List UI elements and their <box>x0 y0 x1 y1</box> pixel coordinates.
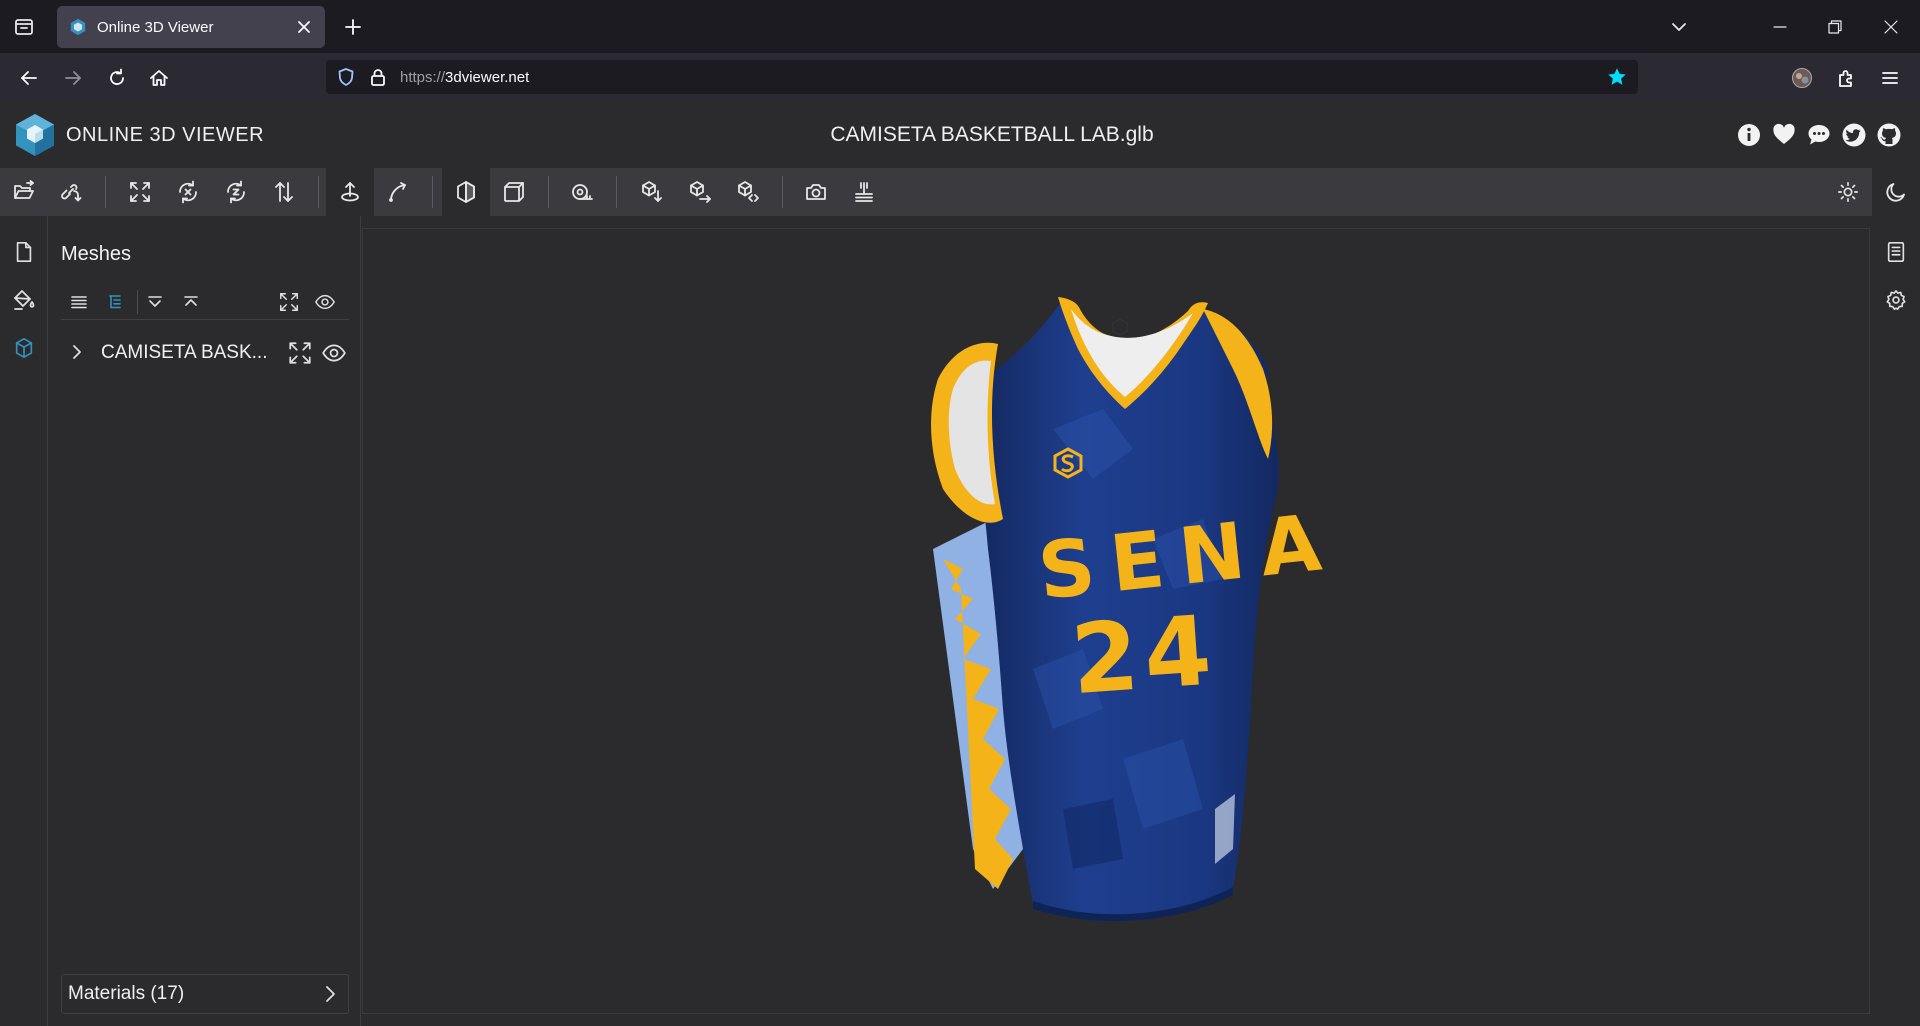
left-nav-bar <box>0 216 48 1026</box>
tab-title: Online 3D Viewer <box>97 18 214 36</box>
materials-bucket-icon[interactable] <box>8 284 40 316</box>
back-arrow-icon[interactable] <box>13 62 45 94</box>
settings-gear-icon[interactable] <box>1880 284 1912 316</box>
materials-label: Materials (17) <box>68 983 185 1004</box>
meshes-cube-icon[interactable] <box>8 332 40 364</box>
meshes-toolbar <box>61 284 349 320</box>
address-bar[interactable]: https://3dviewer.net <box>326 60 1638 94</box>
expand-chevron-icon[interactable] <box>65 340 89 364</box>
app-menu-hamburger-icon[interactable] <box>1874 62 1906 94</box>
perspective-camera-icon[interactable] <box>442 168 490 216</box>
minimize-window-icon[interactable] <box>1765 12 1795 42</box>
rotate-x-icon[interactable] <box>164 168 212 216</box>
flat-list-icon[interactable] <box>65 288 93 316</box>
fit-all-meshes-icon[interactable] <box>275 288 303 316</box>
forward-arrow-icon[interactable] <box>57 62 89 94</box>
heart-icon[interactable] <box>1771 122 1797 148</box>
fixed-up-vector-icon[interactable] <box>326 168 374 216</box>
twitter-icon[interactable] <box>1841 122 1867 148</box>
restore-window-icon[interactable] <box>1820 12 1850 42</box>
app-header: ONLINE 3D VIEWER CAMISETA BASKETBALL LAB… <box>0 102 1920 168</box>
fit-mesh-icon[interactable] <box>287 340 313 366</box>
jersey-number: 24 <box>1068 594 1221 716</box>
reload-icon[interactable] <box>101 62 133 94</box>
collapse-all-icon[interactable] <box>177 288 205 316</box>
right-nav-bar <box>1872 216 1920 1026</box>
orthographic-camera-icon[interactable] <box>490 168 538 216</box>
file-title: CAMISETA BASKETBALL LAB.glb <box>830 123 1154 146</box>
fit-to-window-icon[interactable] <box>116 168 164 216</box>
dark-mode-moon-icon[interactable] <box>1872 168 1920 216</box>
mesh-tree-item[interactable]: CAMISETA BASK... <box>61 334 349 370</box>
new-tab-icon[interactable] <box>338 12 368 42</box>
jersey-3d-model[interactable]: SENA 24 <box>903 289 1343 929</box>
lock-icon[interactable] <box>368 67 388 87</box>
export-model-icon[interactable] <box>628 168 676 216</box>
3d-viewport[interactable]: SENA 24 <box>362 228 1870 1014</box>
meshes-panel-title: Meshes <box>61 243 132 265</box>
account-avatar[interactable] <box>1786 62 1818 94</box>
share-model-icon[interactable] <box>676 168 724 216</box>
browser-tab-strip: Online 3D Viewer <box>0 0 1920 53</box>
browser-nav-bar: https://3dviewer.net <box>0 53 1920 102</box>
url-text[interactable]: https://3dviewer.net <box>400 69 529 86</box>
tab-overflow-chevron-icon[interactable] <box>1664 12 1694 42</box>
github-icon[interactable] <box>1876 122 1902 148</box>
chat-icon[interactable] <box>1806 122 1832 148</box>
light-mode-sun-icon[interactable] <box>1824 168 1872 216</box>
flip-up-icon[interactable] <box>260 168 308 216</box>
free-orbit-icon[interactable] <box>374 168 422 216</box>
info-icon[interactable] <box>1736 122 1762 148</box>
file-details-icon[interactable] <box>8 236 40 268</box>
materials-section-toggle[interactable]: Materials (17) <box>61 974 349 1014</box>
bookmark-star-icon[interactable] <box>1606 66 1628 88</box>
list-all-tabs-icon[interactable] <box>8 12 40 42</box>
chevron-right-icon <box>326 986 335 1002</box>
measure-tape-icon[interactable] <box>558 168 606 216</box>
shield-icon[interactable] <box>336 67 356 87</box>
open-model-icon[interactable] <box>0 168 48 216</box>
main-toolbar <box>0 168 1920 216</box>
mesh-tree-item-label[interactable]: CAMISETA BASK... <box>101 342 277 364</box>
close-window-icon[interactable] <box>1876 12 1906 42</box>
expand-all-icon[interactable] <box>141 288 169 316</box>
meshes-panel: Meshes CAMISETA BASK... Materials (17) <box>49 216 361 1026</box>
toggle-visibility-eye-icon[interactable] <box>321 340 347 366</box>
browser-tab-active[interactable]: Online 3D Viewer <box>57 6 325 48</box>
extensions-puzzle-icon[interactable] <box>1830 62 1862 94</box>
open-url-icon[interactable] <box>48 168 96 216</box>
snapshot-settings-icon[interactable] <box>840 168 888 216</box>
close-tab-icon[interactable] <box>293 16 315 38</box>
embed-model-icon[interactable] <box>724 168 772 216</box>
rotate-z-icon[interactable] <box>212 168 260 216</box>
show-all-eye-icon[interactable] <box>311 288 339 316</box>
home-icon[interactable] <box>143 62 175 94</box>
snapshot-camera-icon[interactable] <box>792 168 840 216</box>
details-panel-icon[interactable] <box>1880 236 1912 268</box>
tree-view-icon[interactable] <box>101 288 129 316</box>
viewer-favicon-icon <box>70 18 86 36</box>
